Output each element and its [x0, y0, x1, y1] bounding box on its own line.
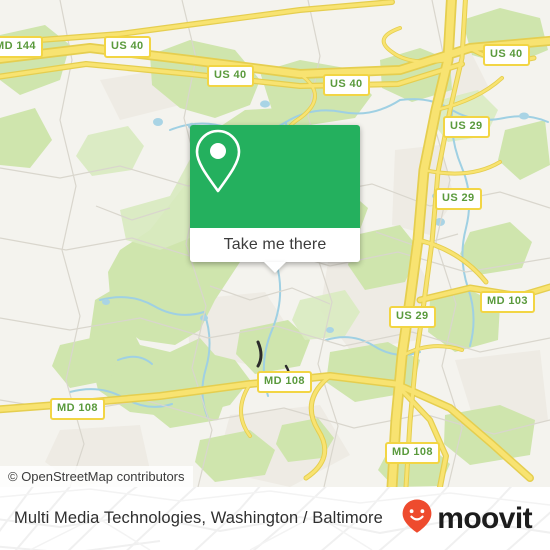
- map-canvas[interactable]: MD 144 US 40 US 40 US 40 US 40 US 29 US 29 MD 1…: [0, 0, 550, 487]
- moovit-pin-icon: [401, 498, 433, 539]
- road-shield: MD 108: [50, 398, 105, 420]
- callout-pointer: [264, 262, 286, 273]
- place-title: Multi Media Technologies, Washington / B…: [14, 509, 383, 527]
- road-shield: US 40: [104, 36, 151, 58]
- road-shield: MD 144: [0, 36, 43, 58]
- road-shield: US 29: [435, 188, 482, 210]
- location-callout-card[interactable]: Take me there: [190, 125, 360, 273]
- screenshot-root: MD 144 US 40 US 40 US 40 US 40 US 29 US 29 MD 1…: [0, 0, 550, 550]
- map-attribution[interactable]: © OpenStreetMap contributors: [0, 466, 193, 487]
- road-shield: US 29: [389, 306, 436, 328]
- road-shield: US 29: [443, 116, 490, 138]
- moovit-logo[interactable]: moovit: [401, 498, 538, 539]
- road-shield: MD 108: [385, 442, 440, 464]
- moovit-wordmark: moovit: [437, 501, 532, 535]
- take-me-there-button[interactable]: Take me there: [190, 228, 360, 262]
- road-shield: US 40: [483, 44, 530, 66]
- callout-image-area: [190, 125, 360, 228]
- road-shield: US 40: [323, 74, 370, 96]
- footer-bar: Multi Media Technologies, Washington / B…: [0, 487, 550, 550]
- road-shield: MD 108: [257, 371, 312, 393]
- road-shield: US 40: [207, 65, 254, 87]
- road-shield: MD 103: [480, 291, 535, 313]
